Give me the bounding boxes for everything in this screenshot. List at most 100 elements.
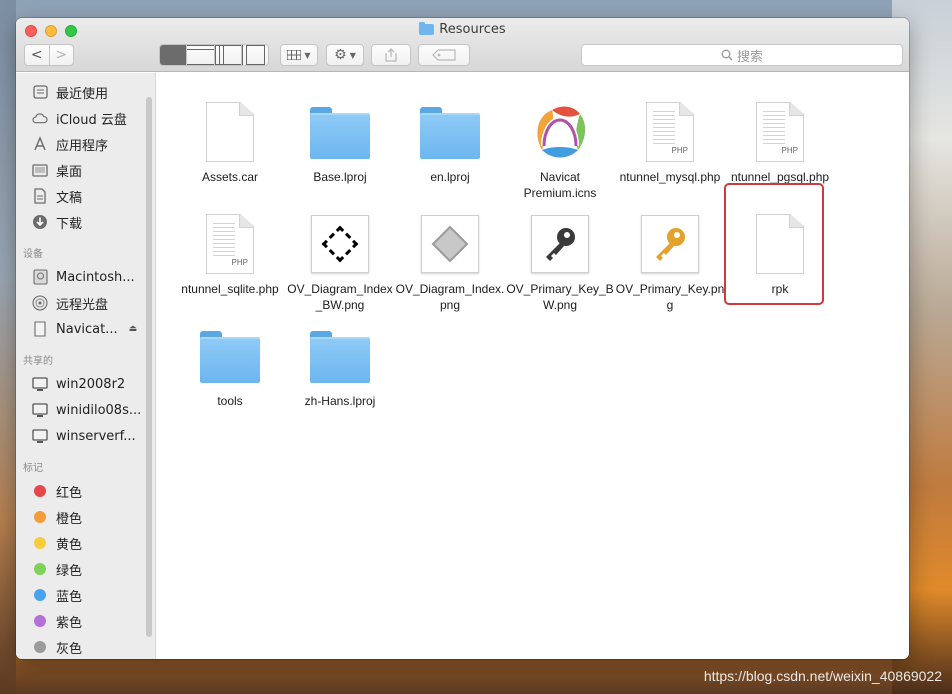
file-item[interactable]: Navicat Premium.icns — [505, 99, 615, 201]
sidebar-item-applications[interactable]: 应用程序 — [16, 131, 155, 157]
folder-icon — [200, 331, 260, 383]
action-button[interactable]: ⚙ ▼ — [326, 44, 364, 66]
sidebar-item-label: 灰色 — [56, 641, 83, 657]
sidebar-item-label: 文稿 — [56, 190, 83, 206]
sidebar-item-tag[interactable]: 红色 — [16, 478, 155, 504]
optical-disc-icon — [32, 295, 48, 311]
png-thumbnail-icon — [311, 215, 369, 273]
file-item[interactable]: OV_Diagram_Index_BW.png — [285, 211, 395, 313]
search-placeholder: 搜索 — [736, 49, 763, 65]
file-item[interactable]: OV_Primary_Key_BW.png — [505, 211, 615, 313]
file-name: ntunnel_mysql.php — [619, 170, 721, 184]
sidebar-item-macintosh-hd[interactable]: Macintosh... — [16, 264, 155, 290]
file-item[interactable]: zh-Hans.lproj — [285, 323, 395, 409]
arrange-button[interactable]: ▼ — [280, 44, 318, 66]
documents-icon — [32, 188, 48, 204]
file-name: zh-Hans.lproj — [304, 394, 376, 408]
tag-color-dot-icon — [34, 511, 46, 523]
icon-view-button[interactable] — [160, 45, 188, 65]
nav-buttons: < > — [24, 44, 74, 66]
window-title-label: Resources — [439, 22, 506, 37]
sidebar-item-tag[interactable]: 紫色 — [16, 608, 155, 634]
column-view-button[interactable] — [214, 45, 242, 65]
file-name: tools — [217, 394, 243, 408]
eject-icon[interactable]: ⏏ — [129, 324, 138, 334]
sidebar-section-devices: 设备 — [23, 249, 43, 260]
sidebar-item-icloud[interactable]: iCloud 云盘 — [16, 105, 155, 131]
sidebar-item-label: 绿色 — [56, 563, 83, 579]
share-button[interactable] — [371, 44, 411, 66]
file-name: OV_Diagram_Index.png — [395, 282, 505, 312]
file-name: OV_Primary_Key_BW.png — [506, 282, 614, 312]
folder-icon — [420, 107, 480, 159]
file-item[interactable]: Assets.car — [175, 99, 285, 185]
sidebar-item-recents[interactable]: 最近使用 — [16, 79, 155, 105]
tags-button[interactable] — [418, 44, 470, 66]
desktop-wallpaper-left — [0, 0, 16, 694]
file-item[interactable]: PHP ntunnel_mysql.php — [615, 99, 725, 185]
back-button[interactable]: < — [25, 45, 50, 65]
watermark: https://blog.csdn.net/weixin_40869022 — [703, 668, 942, 684]
file-item[interactable]: PHP ntunnel_sqlite.php — [175, 211, 285, 297]
downloads-icon — [32, 214, 48, 230]
sidebar-item-tag[interactable]: 橙色 — [16, 504, 155, 530]
search-icon — [721, 49, 733, 61]
file-item[interactable]: OV_Diagram_Index.png — [395, 211, 505, 313]
file-item[interactable]: PHP ntunnel_pgsql.php — [725, 99, 835, 185]
file-item[interactable]: en.lproj — [395, 99, 505, 185]
monitor-icon — [32, 376, 48, 392]
sidebar-item-tag[interactable]: 绿色 — [16, 556, 155, 582]
sidebar-item-winidilo08s[interactable]: winidilo08s... — [16, 397, 155, 423]
harddisk-icon — [32, 269, 48, 285]
png-thumbnail-icon — [421, 215, 479, 273]
sidebar-scrollbar[interactable] — [146, 97, 152, 637]
png-thumbnail-icon — [641, 215, 699, 273]
sidebar-section-tags: 标记 — [23, 463, 43, 474]
volume-icon — [32, 321, 48, 337]
file-name: OV_Primary_Key.png — [615, 282, 725, 312]
file-name: Assets.car — [201, 170, 258, 184]
sidebar-item-tag[interactable]: 灰色 — [16, 634, 155, 659]
file-name: Navicat Premium.icns — [523, 170, 597, 200]
document-icon — [206, 102, 254, 162]
search-field[interactable]: 搜索 — [581, 44, 903, 66]
gallery-view-icon — [241, 45, 268, 65]
sidebar-item-label: 紫色 — [56, 615, 83, 631]
file-name: Base.lproj — [313, 170, 367, 184]
sidebar-item-navicat-volume[interactable]: Navicat... ⏏ — [16, 316, 155, 342]
forward-button[interactable]: > — [50, 45, 74, 65]
finder-window: Resources < > ▼ ⚙ ▼ 搜索 最近使用 iCloud 云盘 应用… — [16, 18, 909, 659]
sidebar-item-desktop[interactable]: 桌面 — [16, 157, 155, 183]
file-name: en.lproj — [430, 170, 470, 184]
navicat-logo-icon — [537, 106, 586, 158]
tag-icon — [432, 49, 456, 61]
file-item[interactable]: tools — [175, 323, 285, 409]
sidebar-item-label: 黄色 — [56, 537, 83, 553]
list-view-button[interactable] — [187, 45, 215, 65]
sidebar-item-downloads[interactable]: 下载 — [16, 209, 155, 235]
php-file-icon: PHP — [206, 214, 254, 274]
sidebar-item-winserverf[interactable]: winserverf... — [16, 423, 155, 449]
folder-icon — [310, 331, 370, 383]
tag-color-dot-icon — [34, 615, 46, 627]
php-ext-label: PHP — [671, 146, 688, 155]
sidebar-item-remote-disc[interactable]: 远程光盘 — [16, 290, 155, 316]
view-mode-switcher — [159, 44, 269, 66]
tag-color-dot-icon — [34, 641, 46, 653]
tag-color-dot-icon — [34, 485, 46, 497]
sidebar-item-label: 红色 — [56, 485, 83, 501]
sidebar-item-tag[interactable]: 黄色 — [16, 530, 155, 556]
file-item[interactable]: Base.lproj — [285, 99, 395, 185]
tag-color-dot-icon — [34, 563, 46, 575]
sidebar-item-win2008r2[interactable]: win2008r2 — [16, 371, 155, 397]
gallery-view-button[interactable] — [241, 45, 268, 65]
file-item[interactable]: OV_Primary_Key.png — [615, 211, 725, 313]
sidebar-item-label: 应用程序 — [56, 138, 109, 154]
column-view-icon — [214, 45, 241, 65]
sidebar-item-documents[interactable]: 文稿 — [16, 183, 155, 209]
php-file-icon: PHP — [756, 102, 804, 162]
sidebar-item-tag[interactable]: 蓝色 — [16, 582, 155, 608]
sidebar-item-label: Macintosh... — [56, 269, 135, 285]
icon-view-icon — [160, 45, 186, 65]
tag-list: 红色橙色黄色绿色蓝色紫色灰色 — [16, 478, 155, 659]
